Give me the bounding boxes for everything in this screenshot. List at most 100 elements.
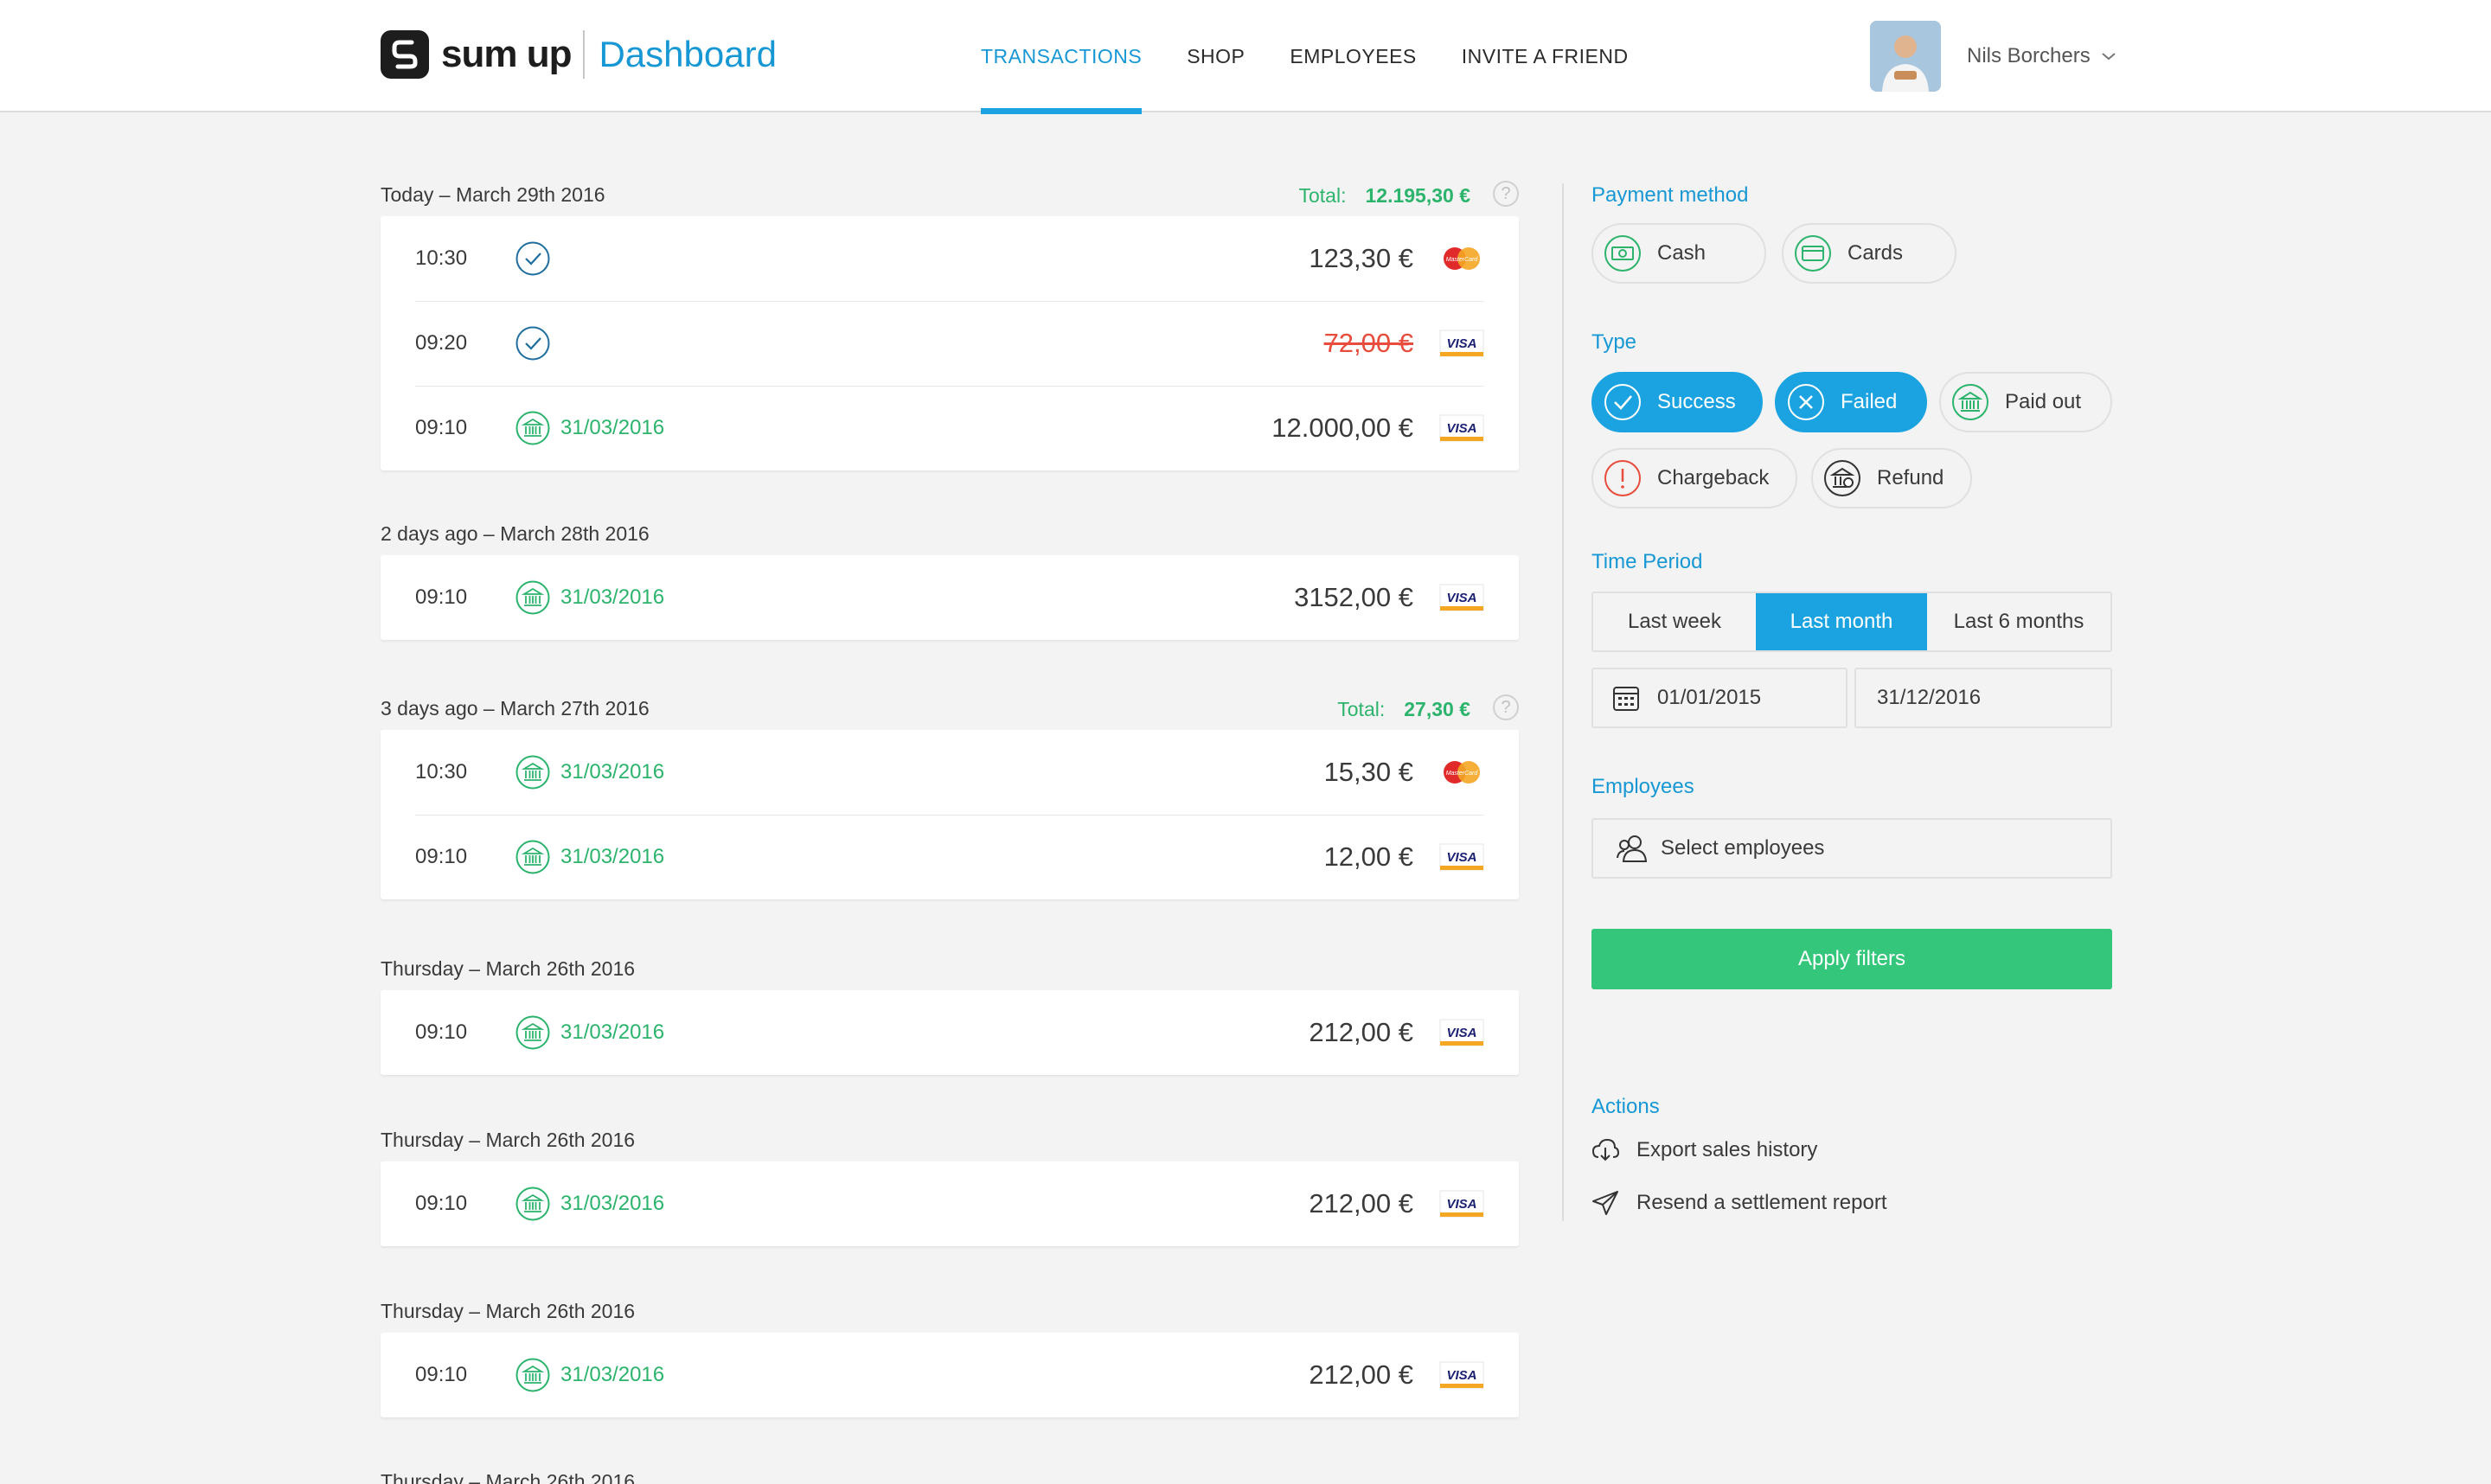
filter-cards-label: Cards <box>1847 241 1904 265</box>
transactions-card: 10:30 31/03/2016 15,30 € MasterCard 09:10 31/… <box>381 730 1519 899</box>
apply-filters-button[interactable]: Apply filters <box>1591 929 2112 989</box>
transaction-row[interactable]: 09:10 31/03/2016 3152,00 € VISA <box>381 555 1519 640</box>
bank-icon <box>515 840 550 874</box>
filter-success[interactable]: Success <box>1591 372 1763 432</box>
day-total-label: Total: <box>1337 698 1386 720</box>
date-to-value: 31/12/2016 <box>1877 686 1982 709</box>
day-group: Thursday – March 26th 2016 09:10 31/03/201… <box>381 1118 1519 1246</box>
day-label: Thursday – March 26th 2016 <box>381 956 636 980</box>
help-icon[interactable]: ? <box>1493 181 1519 207</box>
mastercard-icon: MasterCard <box>1444 761 1480 784</box>
filter-failed[interactable]: Failed <box>1775 372 1927 432</box>
logo-divider <box>583 30 586 79</box>
payment-method-title: Payment method <box>1591 183 1749 207</box>
transaction-row[interactable]: 09:10 31/03/2016 212,00 € VISA <box>381 990 1519 1075</box>
transaction-amount: 15,30 € <box>1323 757 1413 787</box>
check-circle-icon <box>515 241 550 276</box>
filter-cash-label: Cash <box>1657 241 1707 265</box>
transactions-card: 09:10 31/03/2016 212,00 € VISA <box>381 1333 1519 1417</box>
check-circle-icon <box>1604 384 1641 420</box>
period-last-week[interactable]: Last week <box>1593 593 1756 650</box>
transaction-amount: 123,30 € <box>1309 243 1413 273</box>
help-icon[interactable]: ? <box>1493 694 1519 720</box>
day-label: Thursday – March 26th 2016 <box>381 1469 636 1484</box>
transaction-time: 09:10 <box>415 1363 468 1386</box>
day-label: 3 days ago – March 27th 2016 <box>381 696 650 720</box>
bank-icon <box>515 411 550 445</box>
transaction-time: 10:30 <box>415 760 468 784</box>
resend-settlement-report-link[interactable]: Resend a settlement report <box>1591 1190 1887 1216</box>
day-label: 2 days ago – March 28th 2016 <box>381 521 650 545</box>
svg-text:VISA: VISA <box>1446 1197 1476 1212</box>
day-total-value: 27,30 € <box>1404 698 1470 720</box>
filter-cards[interactable]: Cards <box>1782 223 1956 284</box>
payout-date: 31/03/2016 <box>560 1192 665 1215</box>
nav-invite-a-friend[interactable]: INVITE A FRIEND <box>1462 0 1629 112</box>
date-from-field[interactable]: 01/01/2015 <box>1591 668 1847 728</box>
day-total: Total: 27,30 € <box>1337 698 1470 721</box>
avatar <box>1870 21 1941 92</box>
date-from-value: 01/01/2015 <box>1657 686 1762 709</box>
day-group: Thursday – March 26th 2016 <box>381 1460 1519 1484</box>
mastercard-icon: MasterCard <box>1444 247 1480 270</box>
transaction-amount: 212,00 € <box>1309 1359 1413 1390</box>
day-group: Today – March 29th 2016 Total: 12.195,30 €… <box>381 173 1519 470</box>
filter-refund-label: Refund <box>1877 466 1944 489</box>
svg-text:VISA: VISA <box>1446 336 1476 351</box>
top-header: sum up Dashboard TRANSACTIONS SHOP EMPLO… <box>0 0 2491 114</box>
bank-icon <box>515 1358 550 1392</box>
payout-date: 31/03/2016 <box>560 760 665 784</box>
day-group: Thursday – March 26th 2016 09:10 31/03/201… <box>381 947 1519 1075</box>
transaction-row[interactable]: 10:30 31/03/2016 15,30 € MasterCard <box>381 730 1519 815</box>
transaction-row[interactable]: 09:10 31/03/2016 12.000,00 € VISA <box>381 386 1519 470</box>
logo[interactable]: sum up Dashboard <box>381 29 777 80</box>
transaction-row[interactable]: 09:10 31/03/2016 12,00 € VISA <box>381 815 1519 899</box>
transaction-time: 10:30 <box>415 246 468 270</box>
bank-icon <box>515 1015 550 1050</box>
day-header: Thursday – March 26th 2016 <box>381 1460 1519 1484</box>
payout-date: 31/03/2016 <box>560 416 665 439</box>
filter-chargeback[interactable]: Chargeback <box>1591 448 1797 509</box>
visa-icon: VISA <box>1439 329 1484 357</box>
filter-refund[interactable]: Refund <box>1811 448 1972 509</box>
cloud-download-icon <box>1591 1138 1619 1161</box>
cash-icon <box>1604 235 1641 272</box>
time-period-selector: Last week Last month Last 6 months <box>1591 592 2112 652</box>
transaction-row[interactable]: 09:10 31/03/2016 212,00 € VISA <box>381 1333 1519 1417</box>
transaction-time: 09:20 <box>415 331 468 355</box>
svg-text:MasterCard: MasterCard <box>1446 257 1479 263</box>
date-to-field[interactable]: 31/12/2016 <box>1854 668 2112 728</box>
transactions-card: 10:30 123,30 € MasterCard 09:20 72,00 € VISA 0… <box>381 216 1519 470</box>
svg-text:VISA: VISA <box>1446 850 1476 865</box>
nav-transactions[interactable]: TRANSACTIONS <box>981 0 1143 114</box>
period-last-month[interactable]: Last month <box>1756 593 1927 650</box>
filter-cash[interactable]: Cash <box>1591 223 1766 284</box>
filter-success-label: Success <box>1657 390 1736 413</box>
transaction-amount: 212,00 € <box>1309 1017 1413 1047</box>
payout-date: 31/03/2016 <box>560 845 665 868</box>
filter-failed-label: Failed <box>1841 390 1898 413</box>
transaction-row[interactable]: 09:10 31/03/2016 212,00 € VISA <box>381 1161 1519 1246</box>
nav-employees[interactable]: EMPLOYEES <box>1290 0 1416 112</box>
sidebar-divider <box>1562 183 1564 1221</box>
filter-paid-out-label: Paid out <box>2005 390 2082 413</box>
transaction-amount: 12.000,00 € <box>1271 413 1413 443</box>
chevron-down-icon <box>2102 53 2116 61</box>
employees-select[interactable]: Select employees <box>1591 818 2112 879</box>
export-sales-history-link[interactable]: Export sales history <box>1591 1138 1817 1162</box>
period-last-6-months[interactable]: Last 6 months <box>1927 593 2110 650</box>
nav-shop[interactable]: SHOP <box>1187 0 1245 112</box>
filter-paid-out[interactable]: Paid out <box>1939 372 2112 432</box>
day-total-label: Total: <box>1298 184 1347 207</box>
day-header: 2 days ago – March 28th 2016 <box>381 512 1519 555</box>
export-sales-history-label: Export sales history <box>1636 1138 1818 1161</box>
sumup-logo-icon <box>381 30 429 79</box>
employees-placeholder: Select employees <box>1661 836 1825 860</box>
day-header: 3 days ago – March 27th 2016 Total: 27,30 … <box>381 687 1519 730</box>
transaction-row[interactable]: 10:30 123,30 € MasterCard <box>381 216 1519 301</box>
day-group: 2 days ago – March 28th 2016 09:10 31/03/2… <box>381 512 1519 640</box>
transaction-row[interactable]: 09:20 72,00 € VISA <box>381 301 1519 386</box>
user-name: Nils Borchers <box>1967 44 2091 67</box>
bank-icon <box>515 755 550 790</box>
user-menu[interactable]: Nils Borchers <box>1870 21 2116 92</box>
